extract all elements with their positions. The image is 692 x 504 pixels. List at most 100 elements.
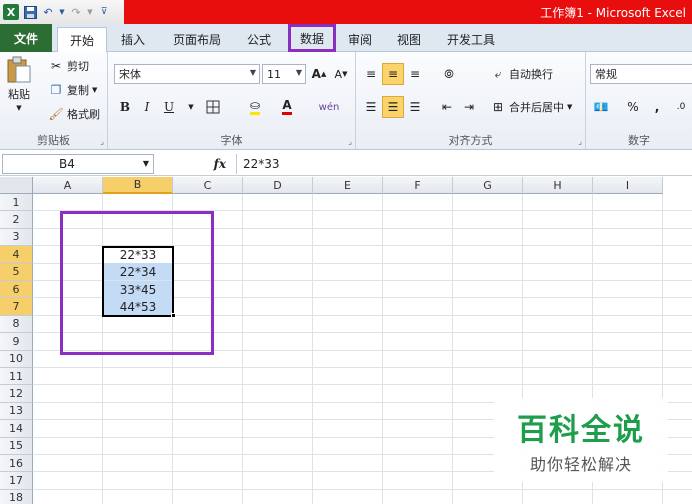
column-header-c[interactable]: C — [173, 177, 243, 194]
cell-b6[interactable]: 33*45 — [103, 281, 173, 299]
number-format-select[interactable]: 常规 — [590, 64, 692, 84]
font-launcher-icon[interactable]: ⌟ — [348, 137, 352, 146]
merge-center-button[interactable]: ⊞ 合并后居中 ▼ — [490, 99, 572, 115]
row-header-7[interactable]: 7 — [0, 298, 33, 316]
row-header-6[interactable]: 6 — [0, 281, 33, 299]
row-header-4[interactable]: 4 — [0, 246, 33, 264]
bold-button[interactable]: B — [114, 96, 136, 118]
font-size-value: 11 — [267, 67, 281, 81]
row-gridline — [33, 384, 692, 386]
paste-dropdown-icon: ▼ — [16, 104, 22, 112]
tab-data[interactable]: 数据 — [288, 24, 336, 52]
tab-review[interactable]: 审阅 — [340, 27, 380, 52]
copy-icon: ❐ — [50, 83, 62, 97]
row-header-14[interactable]: 14 — [0, 420, 33, 438]
excel-logo-icon[interactable]: X — [3, 4, 19, 20]
currency-icon: 💶 — [593, 100, 609, 114]
select-all-corner[interactable] — [0, 177, 33, 194]
clipboard-launcher-icon[interactable]: ⌟ — [100, 137, 104, 146]
align-left-button[interactable]: ☰ — [360, 96, 382, 118]
row-header-5[interactable]: 5 — [0, 263, 33, 281]
undo-dropdown-icon[interactable]: ▼ — [59, 5, 65, 19]
comma-button[interactable]: , — [646, 96, 668, 118]
underline-button[interactable]: U — [158, 96, 180, 118]
increase-indent-button[interactable]: ⇥ — [458, 96, 480, 118]
row-header-15[interactable]: 15 — [0, 437, 33, 455]
row-header-16[interactable]: 16 — [0, 455, 33, 473]
column-header-b[interactable]: B — [103, 177, 173, 194]
row-header-17[interactable]: 17 — [0, 472, 33, 490]
cut-button[interactable]: ✂ 剪切 — [48, 58, 89, 74]
clipboard-group-label: 剪贴板 — [37, 134, 70, 147]
row-header-11[interactable]: 11 — [0, 368, 33, 386]
alignment-launcher-icon[interactable]: ⌟ — [578, 137, 582, 146]
cell-b7[interactable]: 44*53 — [103, 298, 173, 316]
paste-button[interactable]: 粘贴 ▼ — [6, 56, 32, 112]
column-header-e[interactable]: E — [313, 177, 383, 194]
tab-developer[interactable]: 开发工具 — [440, 27, 502, 52]
undo-icon[interactable]: ↶ — [41, 5, 55, 19]
shrink-font-button[interactable]: A ▼ — [330, 63, 352, 85]
row-header-9[interactable]: 9 — [0, 333, 33, 351]
fill-color-button[interactable]: ⛀ — [244, 96, 266, 118]
tab-page-layout[interactable]: 页面布局 — [164, 27, 230, 52]
tab-home[interactable]: 开始 — [57, 27, 107, 52]
align-top-button[interactable]: ≡ — [360, 63, 382, 85]
column-header-h[interactable]: H — [523, 177, 593, 194]
column-header-f[interactable]: F — [383, 177, 453, 194]
phonetic-button[interactable]: wén — [318, 96, 340, 118]
font-name-select[interactable]: 宋体 ▼ — [114, 64, 260, 84]
save-icon[interactable] — [23, 5, 37, 19]
increase-decimal-icon: .0 — [676, 102, 686, 112]
row-header-13[interactable]: 13 — [0, 402, 33, 421]
redo-dropdown-icon[interactable]: ▼ — [87, 5, 93, 19]
watermark-title: 百科全说 — [517, 413, 645, 448]
row-header-3[interactable]: 3 — [0, 228, 33, 247]
font-size-select[interactable]: 11 ▼ — [262, 64, 306, 84]
borders-button[interactable] — [202, 96, 224, 118]
align-middle-button[interactable]: ≡ — [382, 63, 404, 85]
row-gridline — [33, 367, 692, 368]
tab-formulas[interactable]: 公式 — [238, 27, 280, 52]
align-center-button[interactable]: ☰ — [382, 96, 404, 118]
column-header-i[interactable]: I — [593, 177, 663, 194]
row-header-12[interactable]: 12 — [0, 385, 33, 403]
format-painter-button[interactable]: 🖌 格式刷 — [48, 106, 100, 122]
currency-button[interactable]: 💶 — [590, 96, 612, 118]
cell-b5[interactable]: 22*34 — [103, 263, 173, 281]
underline-dropdown-icon[interactable]: ▼ — [180, 96, 202, 118]
grow-font-button[interactable]: A ▲ — [308, 63, 330, 85]
tab-file[interactable]: 文件 — [0, 24, 52, 52]
align-bottom-button[interactable]: ≡ — [404, 63, 426, 85]
increase-decimal-button[interactable]: .0 — [670, 96, 692, 118]
title-banner: 工作簿1 - Microsoft Excel — [124, 0, 692, 24]
row-header-2[interactable]: 2 — [0, 211, 33, 229]
column-header-a[interactable]: A — [33, 177, 103, 194]
redo-icon[interactable]: ↷ — [69, 5, 83, 19]
name-box[interactable]: B4 ▼ — [2, 154, 154, 174]
tab-view[interactable]: 视图 — [389, 27, 429, 52]
row-header-10[interactable]: 10 — [0, 350, 33, 368]
decrease-indent-button[interactable]: ⇤ — [436, 96, 458, 118]
row-header-8[interactable]: 8 — [0, 315, 33, 334]
orientation-button[interactable]: ⦾ — [438, 63, 460, 85]
number-group: 常规 💶 % , .0 数字 — [586, 52, 692, 150]
cell-b4[interactable]: 22*33 — [103, 246, 173, 263]
align-right-button[interactable]: ☰ — [404, 96, 426, 118]
percent-button[interactable]: % — [622, 96, 644, 118]
insert-function-button[interactable]: fx — [156, 154, 234, 174]
italic-button[interactable]: I — [136, 96, 158, 118]
formula-input[interactable]: 22*33 — [236, 154, 692, 174]
column-header-d[interactable]: D — [243, 177, 313, 194]
column-header-g[interactable]: G — [453, 177, 523, 194]
row-header-1[interactable]: 1 — [0, 194, 33, 212]
wrap-text-button[interactable]: ⤶ 自动换行 — [490, 66, 553, 82]
row-gridline — [33, 488, 692, 490]
tab-insert[interactable]: 插入 — [112, 27, 154, 52]
quick-access-toolbar: X ↶ ▼ ↷ ▼ ⊽ — [0, 0, 124, 24]
copy-button[interactable]: ❐ 复制 ▼ — [48, 82, 98, 98]
customize-qat-icon[interactable]: ⊽ — [97, 5, 111, 19]
row-header-18[interactable]: 18 — [0, 489, 33, 504]
font-color-button[interactable]: A — [276, 96, 298, 118]
fill-handle[interactable] — [171, 313, 176, 318]
